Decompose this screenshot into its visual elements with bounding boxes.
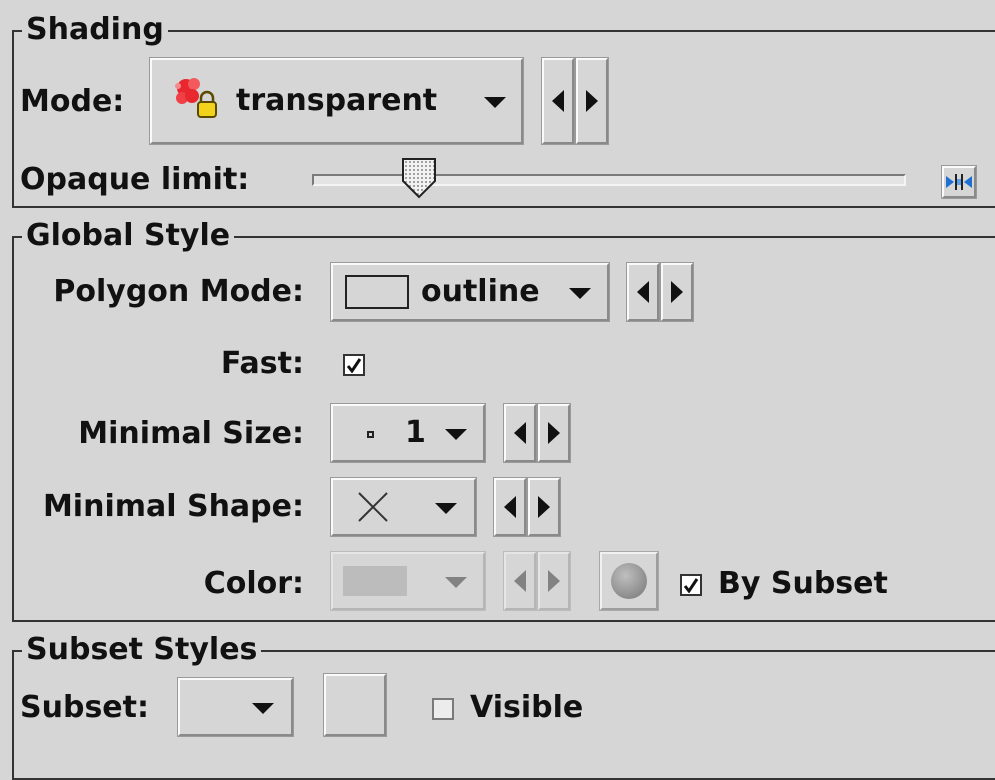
- arrow-left-icon: [504, 496, 516, 518]
- arrow-left-icon: [514, 570, 526, 592]
- subset-dropdown[interactable]: [177, 677, 294, 737]
- color-chooser-button[interactable]: [599, 551, 659, 611]
- arrow-right-icon: [586, 90, 598, 112]
- subset-color-button[interactable]: [323, 673, 387, 737]
- chevron-down-icon: [252, 703, 274, 714]
- minimal-size-next-button[interactable]: [537, 403, 571, 463]
- visible-checkbox[interactable]: [432, 698, 454, 720]
- minimal-size-label: Minimal Size:: [78, 416, 304, 451]
- minimal-size-dropdown[interactable]: 1: [330, 403, 486, 463]
- color-swatch: [343, 566, 407, 596]
- mode-next-button[interactable]: [575, 57, 609, 145]
- by-subset-checkbox[interactable]: [680, 574, 702, 596]
- mode-prev-button[interactable]: [541, 57, 575, 145]
- mode-label: Mode:: [20, 84, 125, 119]
- subset-label: Subset:: [20, 690, 149, 725]
- mode-dropdown[interactable]: transparent: [149, 57, 524, 145]
- color-prev-button[interactable]: [503, 551, 537, 611]
- arrow-left-icon: [552, 90, 564, 112]
- chevron-down-icon: [484, 97, 506, 108]
- chevron-down-icon: [569, 288, 591, 299]
- arrow-right-icon: [538, 496, 550, 518]
- color-circle-icon: [611, 563, 647, 599]
- shading-title: Shading: [22, 13, 168, 47]
- visible-label: Visible: [470, 690, 584, 725]
- minimal-shape-next-button[interactable]: [527, 477, 561, 537]
- chevron-down-icon: [445, 577, 467, 588]
- mode-value: transparent: [236, 83, 438, 118]
- checkmark-icon: [683, 578, 699, 593]
- arrow-right-icon: [548, 570, 560, 592]
- subset-styles-title: Subset Styles: [22, 633, 262, 667]
- polygon-mode-dropdown[interactable]: outline: [330, 262, 610, 322]
- chevron-down-icon: [435, 503, 457, 514]
- arrow-left-icon: [514, 422, 526, 444]
- arrow-right-icon: [671, 281, 683, 303]
- minimal-size-prev-button[interactable]: [503, 403, 537, 463]
- polygon-mode-label: Polygon Mode:: [53, 274, 304, 309]
- point-marker-icon: [367, 431, 374, 438]
- minimal-shape-dropdown[interactable]: [330, 477, 477, 537]
- global-style-title: Global Style: [22, 219, 235, 253]
- cross-icon: [358, 492, 388, 522]
- slider-thumb[interactable]: [401, 157, 437, 199]
- fast-label: Fast:: [220, 346, 304, 381]
- transparent-shading-icon: [172, 74, 220, 122]
- fast-checkbox[interactable]: [343, 354, 365, 376]
- checkmark-icon: [346, 358, 362, 373]
- opaque-limit-slider[interactable]: [312, 157, 908, 200]
- color-label: Color:: [203, 566, 304, 601]
- color-next-button[interactable]: [537, 551, 571, 611]
- fit-range-button[interactable]: [941, 165, 977, 199]
- minimal-shape-label: Minimal Shape:: [42, 489, 304, 524]
- by-subset-label: By Subset: [718, 566, 888, 601]
- outline-swatch-icon: [345, 275, 409, 309]
- fit-range-icon: [946, 174, 972, 190]
- arrow-right-icon: [548, 422, 560, 444]
- polygon-mode-value: outline: [421, 274, 540, 309]
- minimal-size-value: 1: [405, 415, 426, 450]
- polygon-mode-next-button[interactable]: [660, 262, 694, 322]
- opaque-limit-label: Opaque limit:: [20, 162, 250, 197]
- minimal-shape-prev-button[interactable]: [493, 477, 527, 537]
- chevron-down-icon: [445, 429, 467, 440]
- polygon-mode-prev-button[interactable]: [626, 262, 660, 322]
- color-dropdown[interactable]: [330, 551, 486, 611]
- arrow-left-icon: [637, 281, 649, 303]
